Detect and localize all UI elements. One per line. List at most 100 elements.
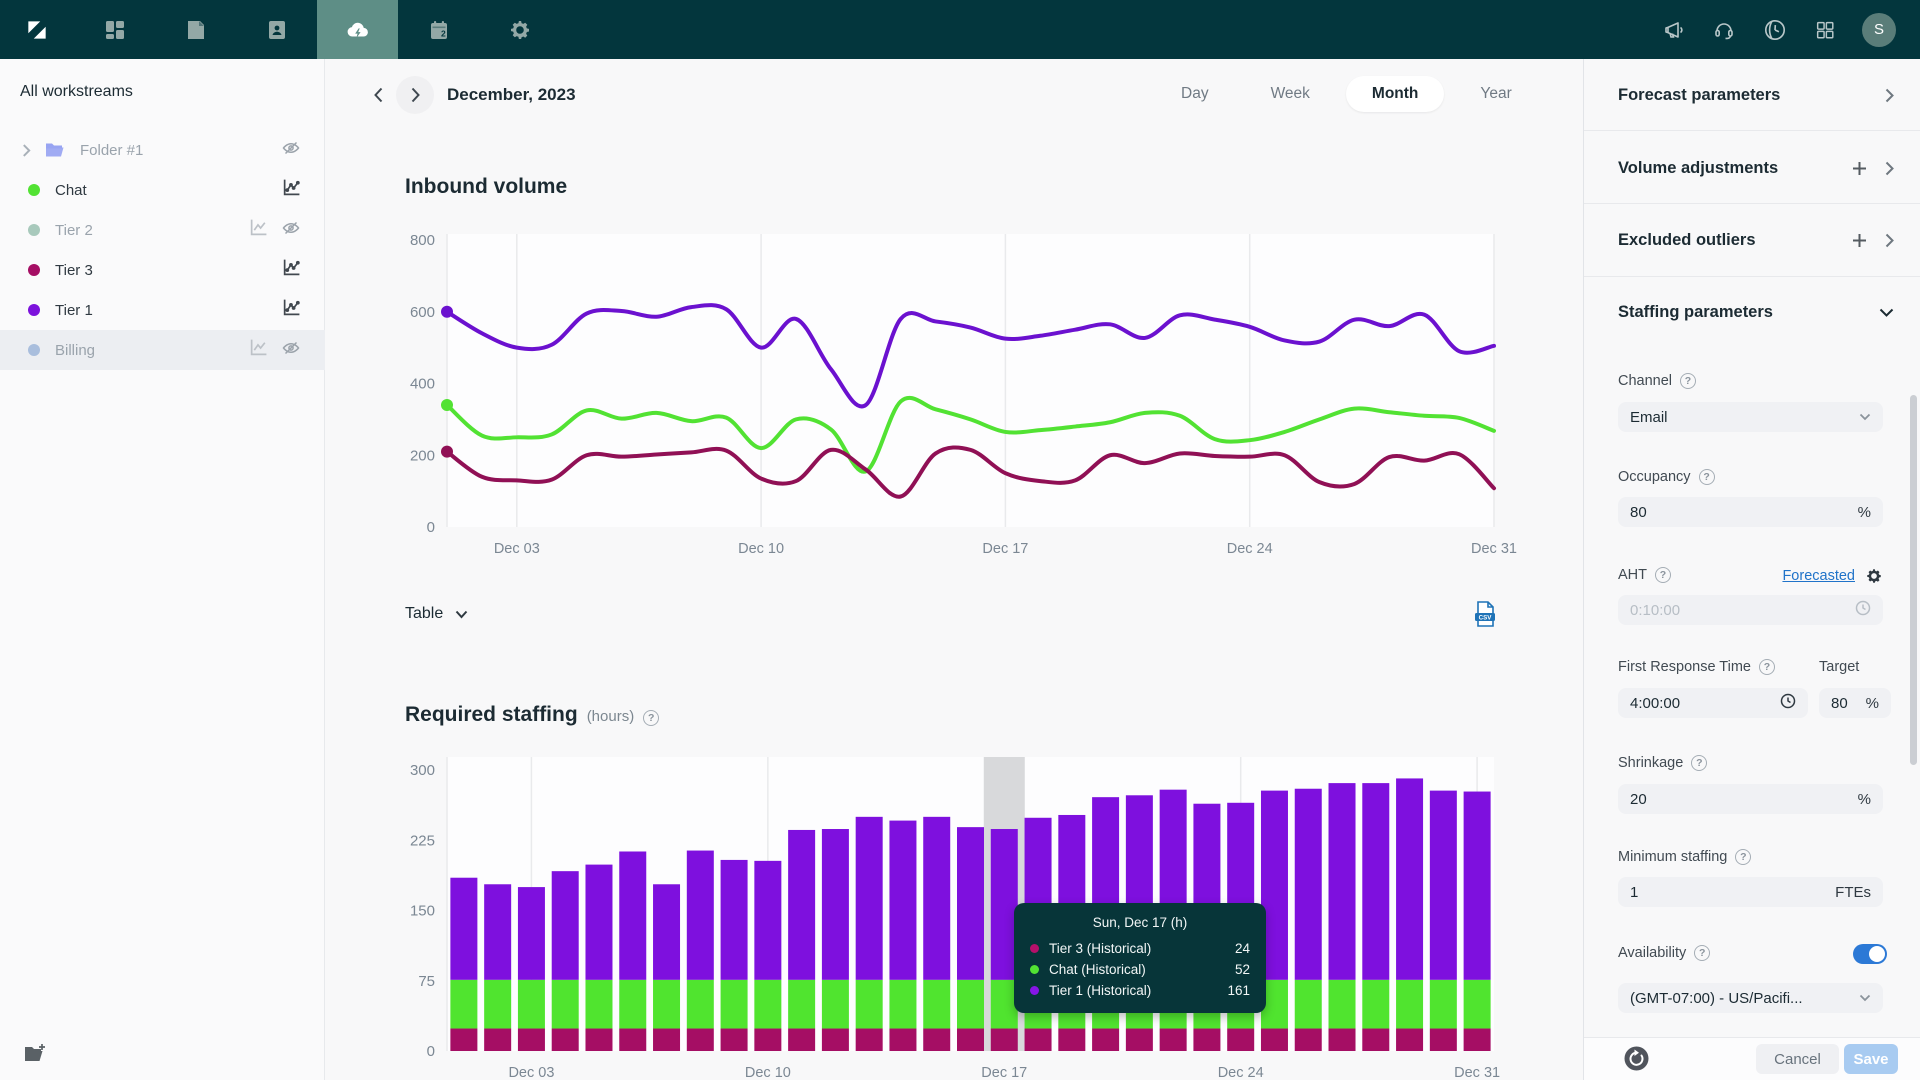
table-dropdown[interactable]: Table (405, 605, 468, 623)
announcements-icon[interactable] (1662, 18, 1686, 42)
line-chart-icon[interactable] (282, 298, 301, 322)
tab-week[interactable]: Week (1245, 76, 1336, 112)
workstreams-sidebar: All workstreams Folder #1 (0, 59, 325, 1080)
frt-input[interactable]: 4:00:00 (1618, 688, 1808, 718)
line-chart-icon[interactable] (249, 218, 268, 242)
workstream-color-dot (28, 224, 40, 236)
previous-period-button[interactable] (365, 82, 391, 108)
sidebar-title: All workstreams (20, 83, 133, 101)
help-icon[interactable]: ? (1691, 755, 1707, 771)
nav-agents-icon[interactable] (236, 0, 317, 59)
avatar[interactable]: S (1862, 13, 1896, 47)
series-color-dot (1030, 986, 1039, 995)
required-staffing-chart[interactable]: 075150225300Dec 03Dec 10Dec 17Dec 24Dec … (395, 750, 1535, 1080)
support-headset-icon[interactable] (1712, 18, 1736, 42)
occupancy-unit: % (1858, 504, 1871, 521)
help-icon[interactable]: ? (1735, 849, 1751, 865)
sidebar-item-tier-2[interactable]: Tier 2 (0, 210, 325, 250)
svg-text:800: 800 (410, 232, 435, 249)
availability-toggle[interactable] (1853, 944, 1887, 964)
svg-text:0: 0 (427, 519, 435, 536)
cancel-button[interactable]: Cancel (1756, 1044, 1839, 1074)
sidebar-item-folder-1[interactable]: Folder #1 (0, 130, 325, 170)
aht-input[interactable]: 0:10:00 (1618, 595, 1883, 625)
svg-text:Dec 03: Dec 03 (508, 1065, 554, 1080)
period-label: December, 2023 (447, 85, 576, 105)
nav-schedule-icon[interactable]: 2 (398, 0, 479, 59)
line-chart-icon[interactable] (249, 338, 268, 362)
tab-year[interactable]: Year (1454, 76, 1537, 112)
top-navigation-bar: 2 (0, 0, 1920, 59)
help-icon[interactable]: ? (643, 710, 659, 726)
next-period-button[interactable] (396, 76, 434, 114)
eye-hidden-icon[interactable] (281, 218, 301, 243)
nav-forecast-icon[interactable] (317, 0, 398, 59)
chevron-right-icon[interactable] (1885, 233, 1894, 248)
help-icon[interactable]: ? (1699, 469, 1715, 485)
chevron-down-icon[interactable] (1879, 308, 1894, 317)
sidebar-item-chat[interactable]: Chat (0, 170, 325, 210)
save-button[interactable]: Save (1844, 1044, 1898, 1074)
eye-hidden-icon[interactable] (281, 138, 301, 163)
panel-footer: Cancel Save (1584, 1037, 1920, 1080)
tooltip-series-label: Tier 1 (Historical) (1049, 983, 1151, 998)
timezone-globe-icon[interactable] (1762, 17, 1788, 43)
sidebar-item-tier-3[interactable]: Tier 3 (0, 250, 325, 290)
panel-scrollbar[interactable] (1910, 395, 1917, 765)
section-excluded-outliers[interactable]: Excluded outliers (1618, 226, 1894, 254)
help-icon[interactable]: ? (1694, 945, 1710, 961)
sidebar-item-tier-1[interactable]: Tier 1 (0, 290, 325, 330)
help-icon[interactable]: ? (1655, 567, 1671, 583)
forecast-parameters-panel: Forecast parameters Volume adjustments E… (1583, 59, 1920, 1080)
occupancy-input[interactable]: 80 % (1618, 497, 1883, 527)
section-volume-adjustments[interactable]: Volume adjustments (1618, 154, 1894, 182)
undo-icon[interactable] (1623, 1045, 1650, 1077)
svg-text:75: 75 (418, 973, 435, 990)
gear-icon[interactable] (1865, 567, 1883, 585)
add-icon[interactable] (1852, 161, 1867, 176)
svg-text:Dec 31: Dec 31 (1454, 1065, 1500, 1080)
shrinkage-input[interactable]: 20 % (1618, 784, 1883, 814)
workstream-color-dot (28, 304, 40, 316)
target-input[interactable]: 80 % (1819, 688, 1891, 718)
tab-month[interactable]: Month (1346, 76, 1444, 112)
forecasted-link[interactable]: Forecasted (1782, 568, 1855, 584)
section-title: Staffing parameters (1618, 303, 1773, 322)
shrinkage-value: 20 (1630, 791, 1647, 808)
section-staffing-parameters[interactable]: Staffing parameters (1618, 298, 1894, 326)
help-icon[interactable]: ? (1680, 373, 1696, 389)
app: 2 (0, 0, 1920, 1080)
svg-text:300: 300 (410, 762, 435, 779)
min-staffing-input[interactable]: 1 FTEs (1618, 877, 1883, 907)
download-csv-icon[interactable]: CSV (1473, 601, 1497, 632)
sidebar-item-label: Folder #1 (80, 142, 143, 159)
min-staffing-value: 1 (1630, 884, 1638, 901)
section-title: Volume adjustments (1618, 159, 1778, 178)
chevron-right-icon[interactable] (1885, 161, 1894, 176)
help-icon[interactable]: ? (1759, 659, 1775, 675)
apps-grid-icon[interactable] (1814, 19, 1836, 41)
add-folder-icon[interactable] (24, 1043, 47, 1068)
timezone-select[interactable]: (GMT-07:00) - US/Pacifi... (1618, 983, 1883, 1013)
nav-dashboard-icon[interactable] (74, 0, 155, 59)
frt-label: First Response Time ? (1618, 659, 1775, 675)
zendesk-logo[interactable] (0, 0, 74, 59)
nav-settings-icon[interactable] (479, 0, 560, 59)
tab-day[interactable]: Day (1155, 76, 1235, 112)
line-chart-icon[interactable] (282, 178, 301, 202)
tooltip-series-value: 52 (1235, 962, 1250, 977)
chevron-right-icon[interactable] (1885, 88, 1894, 103)
nav-files-icon[interactable] (155, 0, 236, 59)
sidebar-item-billing[interactable]: Billing (0, 330, 325, 370)
chart-tooltip: Sun, Dec 17 (h) Tier 3 (Historical) 24 C… (1014, 903, 1266, 1013)
eye-hidden-icon[interactable] (281, 338, 301, 363)
chevron-down-icon (1859, 413, 1871, 421)
inbound-volume-chart[interactable]: 0200400600800Dec 03Dec 10Dec 17Dec 24Dec… (395, 228, 1535, 562)
line-chart-icon[interactable] (282, 258, 301, 282)
section-forecast-parameters[interactable]: Forecast parameters (1618, 81, 1894, 109)
shrinkage-unit: % (1858, 791, 1871, 808)
channel-select[interactable]: Email (1618, 402, 1883, 432)
add-icon[interactable] (1852, 233, 1867, 248)
chevron-right-icon[interactable] (22, 144, 31, 157)
chevron-down-icon (1859, 994, 1871, 1002)
